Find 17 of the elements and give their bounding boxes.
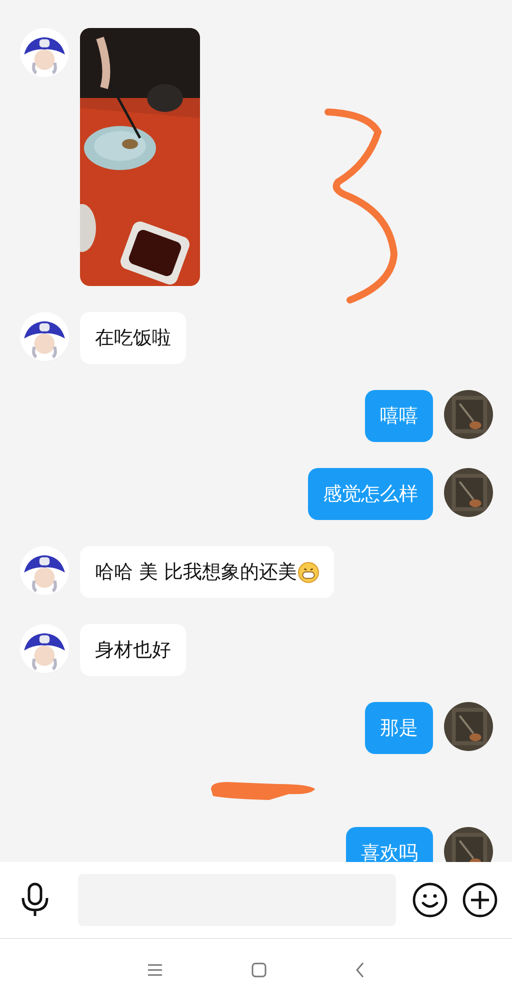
menu-icon[interactable] (147, 962, 163, 976)
message-text: 喜欢吗 (361, 841, 418, 862)
message-text: 身材也好 (95, 638, 171, 663)
avatar (20, 546, 69, 595)
avatar (20, 312, 69, 361)
plus-icon[interactable] (462, 882, 498, 918)
message-text: 在吃饭啦 (95, 326, 171, 351)
back-icon[interactable] (355, 962, 365, 978)
message-text: 感觉怎么样 (323, 482, 418, 507)
home-icon[interactable] (251, 962, 267, 978)
avatar (20, 28, 69, 77)
avatar (20, 624, 69, 673)
message-text: 那是 (380, 716, 418, 741)
message-text: 嘻嘻 (380, 404, 418, 429)
message-text: 哈哈 美 比我想象的还美 (95, 560, 298, 585)
smiley-icon[interactable] (412, 882, 448, 918)
microphone-icon[interactable] (20, 882, 50, 918)
